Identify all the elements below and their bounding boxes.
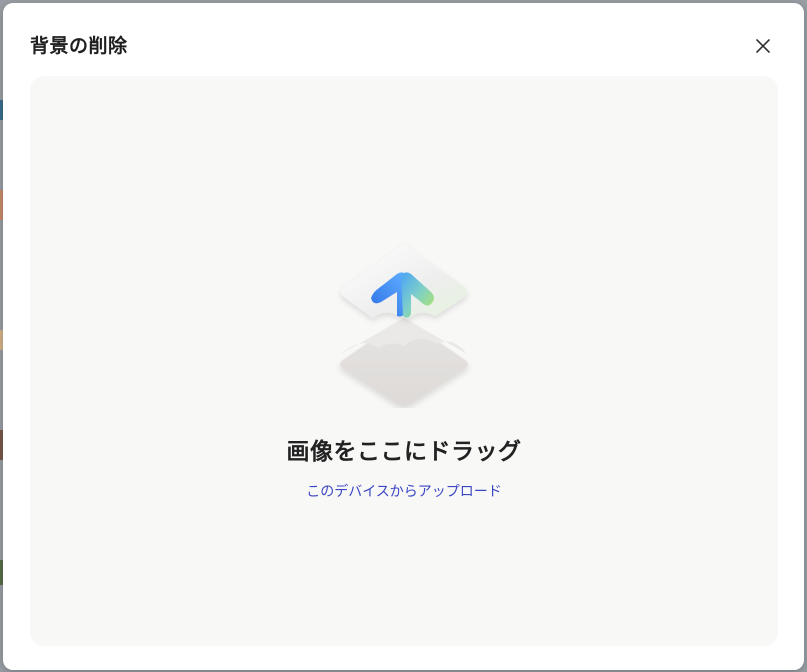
remove-background-dialog: 背景の削除 画像をここにドラッグ このデバイスからアップロード (3, 3, 804, 670)
close-button[interactable] (749, 32, 777, 60)
upload-from-device-link[interactable]: このデバイスからアップロード (30, 481, 778, 501)
image-drop-zone[interactable]: 画像をここにドラッグ このデバイスからアップロード (30, 76, 778, 646)
upload-arrow-icon (340, 244, 468, 406)
drop-zone-title: 画像をここにドラッグ (286, 439, 522, 465)
close-icon (756, 39, 770, 53)
dialog-title: 背景の削除 (30, 35, 128, 57)
